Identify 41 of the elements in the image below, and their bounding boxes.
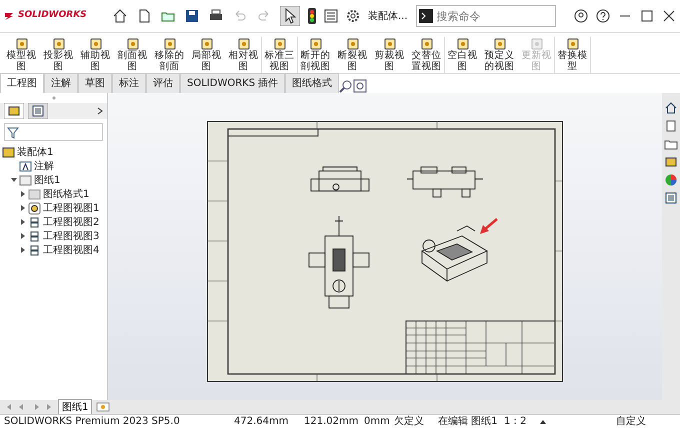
document-name[interactable]: 装配体... [368,8,408,24]
status-text: 欠定义 [394,414,425,428]
ribbon-button[interactable]: 剪裁视图 [373,37,406,73]
ribbon-tab[interactable]: SOLIDWORKS 插件 [180,73,286,93]
ribbon-button[interactable]: 断裂视图 [336,37,369,73]
ribbon-tab[interactable]: 标注 [112,73,146,93]
ribbon-button[interactable]: 移除的剖面 [153,37,186,73]
status-text: 472.64mm [234,415,290,428]
ribbon-button[interactable]: 相对视图 [227,37,260,73]
status-text: 1 : 2 [504,415,528,428]
ribbon-tab[interactable]: 草图 [78,73,112,93]
tree-item[interactable]: 注解 [34,158,54,174]
tree-item[interactable]: 工程图视图3 [43,228,100,244]
ribbon-button[interactable]: 交替位置视图 [410,37,443,73]
status-text: 121.02mm [304,415,360,428]
ribbon-tab[interactable]: 评估 [146,73,180,93]
app-logo: SOLIDWORKS [18,9,88,22]
tree-item[interactable]: 工程图视图1 [43,200,100,216]
tree-item[interactable]: 工程图视图2 [43,214,100,230]
ribbon-button[interactable]: 模型视图 [5,37,38,73]
ribbon-button[interactable]: 投影视图 [42,37,75,73]
status-text: 在编辑 图纸1 [438,414,499,428]
ribbon-tab[interactable]: 注解 [44,73,78,93]
ribbon-tab[interactable]: 工程图 [0,73,44,93]
ribbon-tab[interactable]: 图纸格式 [285,73,340,93]
ribbon-button[interactable]: 替换模型 [556,37,589,73]
ribbon-button[interactable]: 断开的剖视图 [299,37,332,73]
ribbon-button[interactable]: 剖面视图 [116,37,149,73]
status-text: SOLIDWORKS Premium 2023 SP5.0 [4,415,181,428]
ribbon-button[interactable]: 标准三视图 [263,37,296,73]
search-field[interactable]: 搜索命令 [416,5,556,27]
tree-item[interactable]: 图纸格式1 [43,186,90,202]
tree-item[interactable]: 图纸1 [34,172,60,188]
ribbon-button[interactable]: 空白视图 [446,37,479,73]
units-selector[interactable]: 自定义 [616,414,646,428]
ribbon-button[interactable]: 预定义的视图 [483,37,516,73]
ribbon-button[interactable]: 局部视图 [190,37,223,73]
status-text: 0mm [364,415,391,428]
tree-item[interactable]: 工程图视图4 [43,242,100,258]
ribbon-button[interactable]: 辅助视图 [79,37,112,73]
tree-item[interactable]: 装配体1 [17,144,54,160]
